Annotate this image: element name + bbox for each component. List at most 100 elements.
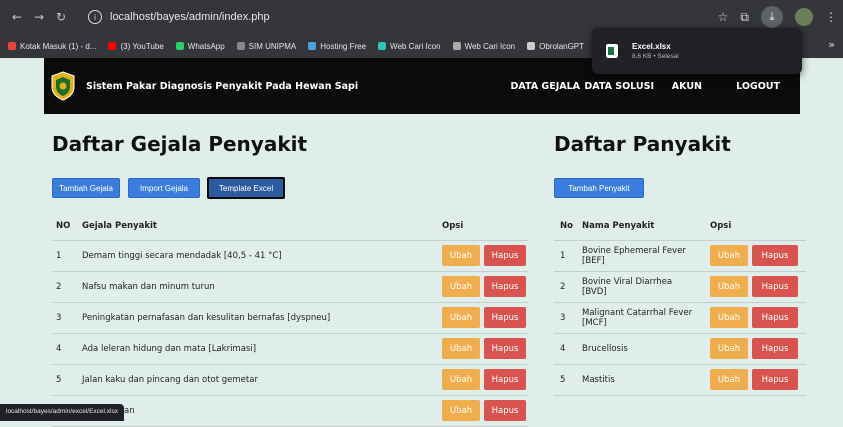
address-bar[interactable]: i localhost/bayes/admin/index.php <box>88 6 588 28</box>
bookmark-favicon-icon <box>175 42 184 50</box>
back-arrow-icon[interactable]: ← <box>6 10 28 24</box>
col-gejala: Gejala Penyakit <box>82 212 442 241</box>
row-actions: Ubah Hapus <box>442 240 528 272</box>
table-row: 3 Malignant Catarrhal Fever [MCF] Ubah Hapu… <box>554 302 806 334</box>
bookmark-item[interactable]: (3) YouTube <box>108 41 164 51</box>
row-actions: Ubah Hapus <box>442 333 528 365</box>
excel-file-icon <box>606 44 618 58</box>
ubah-button[interactable]: Ubah <box>442 245 480 266</box>
row-actions: Ubah Hapus <box>710 302 806 334</box>
col-opsi: Opsi <box>710 212 806 241</box>
hapus-button[interactable]: Hapus <box>752 338 798 359</box>
row-actions: Ubah Hapus <box>442 302 528 334</box>
row-name: Ada leleran hidung dan mata [Lakrimasi] <box>82 333 442 365</box>
bookmark-label: Hosting Free <box>320 41 367 51</box>
table-row: 1 Demam tinggi secara mendadak [40,5 - 41… <box>52 240 528 272</box>
row-number: 4 <box>52 333 82 365</box>
row-name: Bovine Ephemeral Fever [BEF] <box>582 240 710 272</box>
row-number: 3 <box>554 302 582 334</box>
nav-data-gejala[interactable]: DATA GEJALA <box>511 81 580 92</box>
row-actions: Ubah Hapus <box>710 364 806 396</box>
tambah-gejala-button[interactable]: Tambah Gejala <box>52 178 120 198</box>
table-row: 5 Mastitis Ubah Hapus <box>554 364 806 396</box>
hapus-button[interactable]: Hapus <box>484 307 526 328</box>
bookmark-item[interactable]: ObrolanGPT <box>527 42 584 51</box>
bookmark-item[interactable]: WhatsApp <box>175 41 225 51</box>
row-name: Demam tinggi secara mendadak [40,5 - 41 … <box>82 240 442 272</box>
hapus-button[interactable]: Hapus <box>484 276 526 297</box>
ubah-button[interactable]: Ubah <box>710 307 748 328</box>
download-meta: 8,6 KB • Selesai <box>632 53 679 60</box>
row-number: 2 <box>554 271 582 303</box>
profile-avatar[interactable] <box>795 8 813 26</box>
nav-data-solusi[interactable]: DATA SOLUSI <box>584 81 654 92</box>
ubah-button[interactable]: Ubah <box>442 338 480 359</box>
col-opsi: Opsi <box>442 212 528 241</box>
extensions-icon[interactable]: ⧉ <box>740 10 749 25</box>
bookmark-item[interactable]: Web Cari Icon <box>452 42 515 51</box>
template-excel-button[interactable]: Template Excel <box>207 177 285 199</box>
bookmark-item[interactable]: Kotak Masuk (1) - d... <box>8 42 96 51</box>
hapus-button[interactable]: Hapus <box>484 245 526 266</box>
ubah-button[interactable]: Ubah <box>710 369 748 390</box>
row-actions: Ubah Hapus <box>710 271 806 303</box>
row-number: 1 <box>554 240 582 272</box>
ubah-button[interactable]: Ubah <box>710 338 748 359</box>
table-row: 2 Nafsu makan dan minum turun Ubah Hapus <box>52 271 528 303</box>
row-number: 3 <box>52 302 82 334</box>
bookmark-star-icon[interactable]: ☆ <box>718 10 729 24</box>
ubah-button[interactable]: Ubah <box>442 369 480 390</box>
bookmark-favicon-icon <box>527 42 536 50</box>
ubah-button[interactable]: Ubah <box>710 245 748 266</box>
row-number: 4 <box>554 333 582 365</box>
bookmark-label: Web Cari Icon <box>390 41 441 51</box>
table-row: 1 Bovine Ephemeral Fever [BEF] Ubah Hapus <box>554 240 806 272</box>
bookmark-label: ObrolanGPT <box>539 41 585 51</box>
col-no: NO <box>52 212 82 241</box>
col-no: No <box>554 212 582 241</box>
ubah-button[interactable]: Ubah <box>442 276 480 297</box>
table-row: 5 Jalan kaku dan pincang dan otot gemetar… <box>52 364 528 396</box>
reload-icon[interactable]: ↻ <box>50 10 72 24</box>
chevron-right-icon[interactable]: » <box>828 38 835 51</box>
download-icon[interactable]: ⤓ <box>761 6 783 28</box>
row-actions: Ubah Hapus <box>442 395 528 427</box>
bookmark-favicon-icon <box>108 42 117 50</box>
download-filename: Excel.xlsx <box>632 42 671 51</box>
row-actions: Ubah Hapus <box>710 240 806 272</box>
ubah-button[interactable]: Ubah <box>442 307 480 328</box>
menu-icon[interactable]: ⋮ <box>825 10 837 24</box>
site-info-icon[interactable]: i <box>88 10 102 24</box>
row-number: 5 <box>554 364 582 396</box>
bookmark-favicon-icon <box>378 42 387 50</box>
row-name: Nafsu makan dan minum turun <box>82 271 442 303</box>
bookmark-item[interactable]: SIM UNIPMA <box>236 42 296 51</box>
hapus-button[interactable]: Hapus <box>752 245 798 266</box>
hapus-button[interactable]: Hapus <box>484 400 526 421</box>
row-name: Bovine Viral Diarrhea [BVD] <box>582 271 710 303</box>
forward-arrow-icon[interactable]: → <box>28 10 50 24</box>
row-name: kelumpuhan <box>82 395 442 427</box>
nav-akun[interactable]: AKUN <box>672 81 702 92</box>
hapus-button[interactable]: Hapus <box>752 369 798 390</box>
hapus-button[interactable]: Hapus <box>752 276 798 297</box>
bookmark-item[interactable]: Web Cari Icon <box>378 42 441 51</box>
penyakit-table: No Nama Penyakit Opsi 1 Bovine Ephemeral … <box>554 212 806 396</box>
import-gejala-button[interactable]: Import Gejala <box>128 178 200 198</box>
nav-logout[interactable]: LOGOUT <box>736 81 780 92</box>
bookmark-favicon-icon <box>8 42 16 50</box>
main-content: Daftar Gejala Penyakit Tambah Gejala Imp… <box>0 114 843 427</box>
bookmark-label: WhatsApp <box>187 41 225 51</box>
hapus-button[interactable]: Hapus <box>484 369 526 390</box>
ubah-button[interactable]: Ubah <box>442 400 480 421</box>
penyakit-heading: Daftar Panyakit <box>554 132 731 156</box>
tambah-penyakit-button[interactable]: Tambah Penyakit <box>554 178 644 198</box>
hapus-button[interactable]: Hapus <box>484 338 526 359</box>
row-actions: Ubah Hapus <box>442 364 528 396</box>
hapus-button[interactable]: Hapus <box>752 307 798 328</box>
download-popup[interactable]: Excel.xlsx 8,6 KB • Selesai <box>592 28 802 74</box>
bookmark-label: (3) YouTube <box>120 41 164 51</box>
bookmark-item[interactable]: Hosting Free <box>308 42 366 51</box>
row-number: 5 <box>52 364 82 396</box>
ubah-button[interactable]: Ubah <box>710 276 748 297</box>
